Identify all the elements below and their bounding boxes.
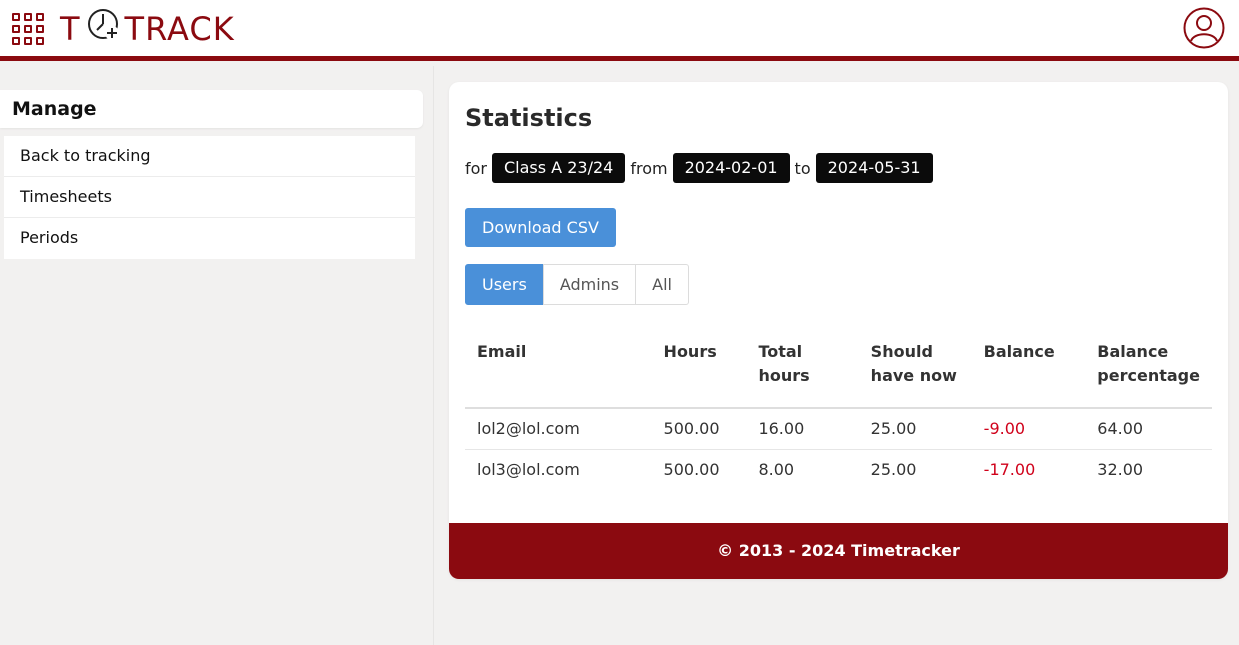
to-date-picker[interactable]: 2024-05-31: [815, 153, 933, 183]
column-header-should-have-now[interactable]: Should have now: [858, 326, 972, 409]
cell-total-hours: 8.00: [758, 460, 795, 480]
table-header-row: Email Hours Total hours Should have now …: [465, 326, 1212, 409]
download-csv-button[interactable]: Download CSV: [465, 208, 616, 247]
logo-text-left: T: [60, 10, 81, 48]
table-row: lol2@lol.com 500.00 16.00 25.00 -9.00 64…: [465, 408, 1212, 450]
role-filter-tabs: Users Admins All: [465, 264, 689, 305]
statistics-table: Email Hours Total hours Should have now …: [465, 326, 1212, 490]
from-date-picker[interactable]: 2024-02-01: [672, 153, 790, 183]
sidebar-item-timesheets[interactable]: Timesheets: [4, 177, 415, 218]
app-logo[interactable]: T TRACK: [60, 9, 235, 49]
cell-email: lol3@lol.com: [477, 460, 580, 480]
sidebar-menu: Back to tracking Timesheets Periods: [4, 136, 415, 259]
cell-should-have-now: 25.00: [858, 408, 972, 450]
tab-all[interactable]: All: [635, 264, 689, 305]
sidebar-item-back-to-tracking[interactable]: Back to tracking: [4, 136, 415, 177]
logo-text-right: TRACK: [124, 10, 235, 48]
apps-grid-icon[interactable]: [12, 13, 44, 45]
sidebar-title: Manage: [0, 90, 423, 128]
to-label: to: [794, 158, 811, 178]
tab-users[interactable]: Users: [465, 264, 544, 305]
cell-balance-percentage: 32.00: [1097, 460, 1144, 480]
cell-total-hours: 16.00: [746, 408, 859, 450]
from-label: from: [630, 158, 668, 178]
cell-hours: 500.00: [651, 408, 747, 450]
filter-bar: for Class A 23/24 from 2024-02-01 to 202…: [465, 153, 938, 183]
user-avatar-icon[interactable]: [1183, 7, 1225, 49]
column-header-balance-percentage[interactable]: Balance percentage: [1085, 326, 1212, 409]
cell-email: lol2@lol.com: [465, 408, 652, 450]
sidebar: Manage Back to tracking Timesheets Perio…: [0, 90, 423, 259]
statistics-card: Statistics for Class A 23/24 from 2024-0…: [449, 82, 1228, 579]
footer: © 2013 - 2024 Timetracker: [449, 523, 1228, 579]
cell-hours: 500.00: [663, 460, 720, 480]
tab-admins[interactable]: Admins: [542, 264, 637, 305]
column-header-balance[interactable]: Balance: [971, 326, 1086, 409]
column-header-email[interactable]: Email: [465, 326, 652, 409]
table-row: lol3@lol.com 500.00 8.00 25.00 -17.00 32…: [465, 449, 1212, 490]
column-header-hours[interactable]: Hours: [651, 326, 747, 409]
page-title: Statistics: [465, 104, 593, 132]
cell-balance: -17.00: [983, 460, 1036, 480]
clock-plus-icon: [87, 8, 121, 50]
top-navbar: T TRACK: [0, 0, 1239, 61]
sidebar-item-periods[interactable]: Periods: [4, 218, 415, 259]
cell-balance: -9.00: [971, 408, 1086, 450]
column-header-total-hours[interactable]: Total hours: [746, 326, 859, 409]
class-selector[interactable]: Class A 23/24: [492, 153, 626, 183]
cell-should-have-now: 25.00: [870, 460, 917, 480]
for-label: for: [465, 158, 487, 178]
cell-balance-percentage: 64.00: [1085, 408, 1212, 450]
